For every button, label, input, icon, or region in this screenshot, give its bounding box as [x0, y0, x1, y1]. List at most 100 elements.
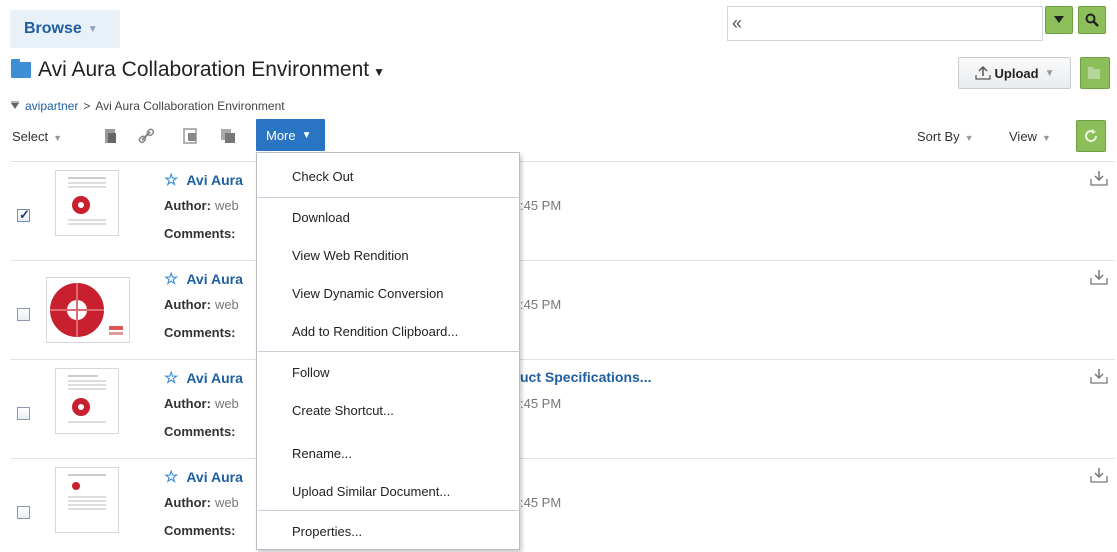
- comments-label: Comments:: [164, 523, 236, 538]
- favorite-star-icon[interactable]: ☆: [164, 368, 178, 388]
- document-title: Avi Aura: [186, 370, 243, 386]
- author-line: Author: web: [164, 495, 239, 510]
- menu-item-download[interactable]: Download: [257, 198, 519, 236]
- menu-item-create-shortcut[interactable]: Create Shortcut...: [257, 391, 519, 429]
- author-label: Author:: [164, 396, 211, 411]
- chevron-down-icon: ▼: [301, 129, 312, 141]
- menu-item-follow[interactable]: Follow: [257, 353, 519, 391]
- new-folder-button[interactable]: [1080, 57, 1110, 89]
- page-title-text: Avi Aura Collaboration Environment: [38, 58, 370, 81]
- comments-line: Comments:: [164, 424, 240, 439]
- menu-item-properties[interactable]: Properties...: [257, 512, 519, 550]
- row-checkbox[interactable]: [17, 207, 30, 223]
- document-title-link[interactable]: ☆ Avi Aura: [164, 269, 243, 289]
- author-value: web: [214, 297, 239, 312]
- author-line: Author: web: [164, 396, 239, 411]
- row-checkbox[interactable]: [17, 506, 30, 519]
- modified-time: :45 PM: [520, 396, 562, 411]
- table-row[interactable]: ☆ Avi Aura uct Specifications... Author: w…: [0, 360, 1117, 458]
- author-value: web: [214, 495, 239, 510]
- sort-by-label: Sort By: [917, 129, 960, 144]
- chevron-down-icon: ▼: [373, 65, 386, 79]
- search-options-button[interactable]: [1045, 6, 1073, 34]
- author-label: Author:: [164, 495, 211, 510]
- table-row[interactable]: ☆ Avi Aura Author:web :45 PM Comments:: [0, 459, 1117, 552]
- row-checkbox[interactable]: [17, 308, 30, 321]
- sort-by-menu[interactable]: Sort By ▼: [917, 129, 974, 144]
- upload-button[interactable]: Upload ▼: [958, 57, 1071, 89]
- comments-label: Comments:: [164, 424, 236, 439]
- menu-item-check-out[interactable]: Check Out: [257, 157, 519, 195]
- search-button[interactable]: [1078, 6, 1106, 34]
- refresh-icon: [1085, 129, 1098, 143]
- document-thumbnail[interactable]: [55, 170, 119, 236]
- download-icon[interactable]: [1090, 170, 1108, 186]
- collapse-panel-icon[interactable]: «: [732, 13, 742, 34]
- menu-item-upload-similar-document[interactable]: Upload Similar Document...: [257, 472, 519, 510]
- menu-item-view-web-rendition[interactable]: View Web Rendition: [257, 236, 519, 274]
- more-actions-button[interactable]: More ▼: [256, 119, 325, 151]
- modified-time: :45 PM: [520, 495, 562, 510]
- link-icon[interactable]: [136, 127, 156, 145]
- document-title: Avi Aura: [186, 469, 243, 485]
- select-menu[interactable]: Select ▼: [12, 129, 62, 144]
- modified-time: :45 PM: [520, 198, 562, 213]
- more-actions-menu: Check Out Download View Web Rendition Vi…: [256, 152, 520, 550]
- table-row[interactable]: ☆ Avi Aura Author:web :45 PM Comments:: [0, 162, 1117, 260]
- collapse-arrow-icon[interactable]: [11, 101, 19, 111]
- row-checkbox[interactable]: [17, 407, 30, 420]
- refresh-button[interactable]: [1076, 120, 1106, 152]
- download-icon[interactable]: [1090, 368, 1108, 384]
- view-menu[interactable]: View ▼: [1009, 129, 1051, 144]
- copy-icon[interactable]: [218, 127, 238, 145]
- chevron-down-icon: ▼: [1044, 67, 1055, 79]
- download-icon[interactable]: [1090, 269, 1108, 285]
- modified-time: :45 PM: [520, 297, 562, 312]
- chevron-down-icon: ▼: [53, 133, 63, 143]
- chevron-down-icon: ▼: [1041, 133, 1051, 143]
- chevron-down-icon: [1054, 16, 1064, 23]
- document-title-link[interactable]: ☆ Avi Aura: [164, 368, 243, 388]
- document-thumbnail[interactable]: [55, 467, 119, 533]
- author-line: Author: web: [164, 297, 239, 312]
- menu-item-rename[interactable]: Rename...: [257, 434, 519, 472]
- author-label: Author:: [164, 297, 211, 312]
- document-thumbnail[interactable]: [46, 277, 130, 343]
- comments-label: Comments:: [164, 226, 236, 241]
- document-title-link[interactable]: ☆ Avi Aura: [164, 467, 243, 487]
- author-value: web: [214, 198, 239, 213]
- author-line: Author: web: [164, 198, 239, 213]
- author-label: Author:: [164, 198, 211, 213]
- browse-label: Browse: [24, 20, 82, 37]
- upload-icon: [974, 66, 991, 80]
- new-folder-icon: [1088, 67, 1100, 79]
- comments-label: Comments:: [164, 325, 236, 340]
- table-row[interactable]: ☆ Avi Aura Author:web :45 PM Comments:: [0, 261, 1117, 359]
- menu-item-add-to-rendition-clipboard[interactable]: Add to Rendition Clipboard...: [257, 312, 519, 350]
- check-in-icon[interactable]: [101, 127, 121, 145]
- document-title-link[interactable]: ☆ Avi Aura: [164, 170, 243, 190]
- document-title: Avi Aura: [186, 271, 243, 287]
- document-title: Avi Aura: [186, 172, 243, 188]
- move-icon[interactable]: [181, 127, 201, 145]
- comments-line: Comments:: [164, 523, 240, 538]
- chevron-down-icon: ▼: [87, 23, 98, 35]
- page-title[interactable]: Avi Aura Collaboration Environment ▼: [38, 58, 385, 82]
- breadcrumb-root-link[interactable]: avipartner: [25, 99, 78, 113]
- favorite-star-icon[interactable]: ☆: [164, 170, 178, 190]
- breadcrumb: avipartner > Avi Aura Collaboration Envi…: [11, 99, 285, 113]
- breadcrumb-separator: >: [83, 99, 91, 113]
- select-label: Select: [12, 129, 49, 144]
- menu-item-view-dynamic-conversion[interactable]: View Dynamic Conversion: [257, 274, 519, 312]
- chevron-down-icon: ▼: [964, 133, 974, 143]
- view-label: View: [1009, 129, 1037, 144]
- document-title-suffix[interactable]: uct Specifications...: [520, 369, 651, 385]
- search-input[interactable]: «: [727, 6, 1043, 41]
- document-thumbnail[interactable]: [55, 368, 119, 434]
- comments-line: Comments:: [164, 325, 240, 340]
- download-icon[interactable]: [1090, 467, 1108, 483]
- upload-label: Upload: [994, 65, 1039, 81]
- favorite-star-icon[interactable]: ☆: [164, 467, 178, 487]
- favorite-star-icon[interactable]: ☆: [164, 269, 178, 289]
- browse-menu-button[interactable]: Browse ▼: [10, 10, 120, 48]
